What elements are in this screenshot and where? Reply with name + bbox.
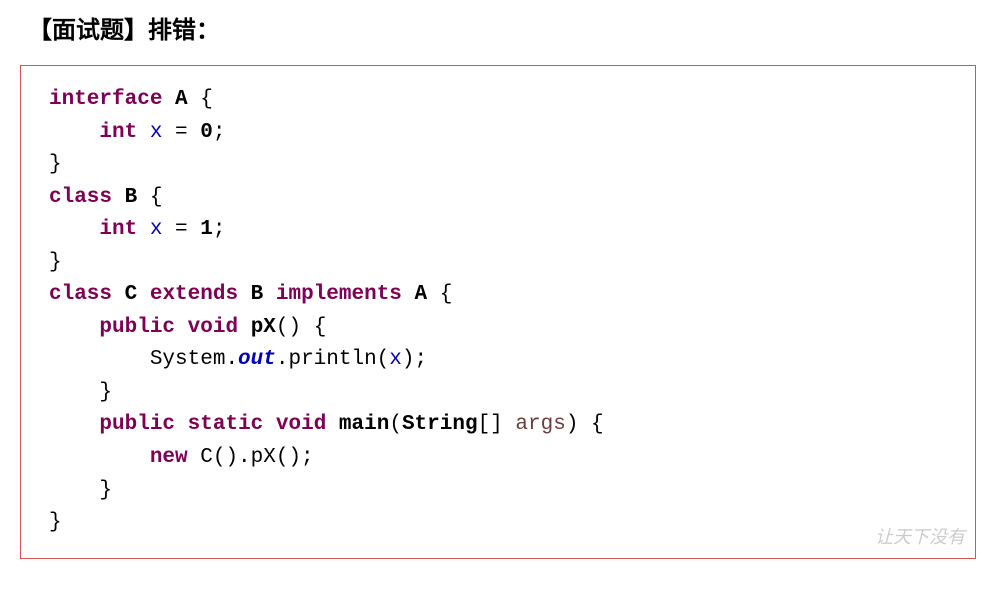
code-line: public void pX() { — [49, 312, 947, 345]
keyword: class — [49, 283, 112, 306]
indent — [49, 446, 150, 469]
keyword: void — [276, 413, 326, 436]
space — [238, 316, 251, 339]
space — [402, 283, 415, 306]
param: args — [515, 413, 565, 436]
class-name: B — [251, 283, 264, 306]
code-line: System.out.println(x); — [49, 344, 947, 377]
brace: } — [99, 479, 112, 502]
brace: } — [49, 511, 62, 534]
keyword: interface — [49, 88, 162, 111]
op: = — [162, 121, 200, 144]
space — [263, 413, 276, 436]
paren: () { — [276, 316, 326, 339]
semi: ; — [213, 218, 226, 241]
space — [162, 88, 175, 111]
code-line: class C extends B implements A { — [49, 279, 947, 312]
code-line: } — [49, 149, 947, 182]
space — [175, 316, 188, 339]
class-name: B — [125, 186, 138, 209]
code-line: } — [49, 247, 947, 280]
code-line: interface A { — [49, 84, 947, 117]
space — [326, 413, 339, 436]
class-name: A — [175, 88, 188, 111]
page-title: 【面试题】排错： — [20, 10, 976, 45]
method-name: main — [339, 413, 389, 436]
class-name: A — [415, 283, 428, 306]
indent — [49, 121, 99, 144]
space — [112, 283, 125, 306]
code-block: interface A { int x = 0; } class B { int… — [20, 65, 976, 559]
keyword: new — [150, 446, 188, 469]
indent — [49, 413, 99, 436]
brace: { — [188, 88, 213, 111]
semi: ; — [213, 121, 226, 144]
number: 1 — [200, 218, 213, 241]
paren: ) { — [566, 413, 604, 436]
space — [137, 218, 150, 241]
paren: ( — [389, 413, 402, 436]
code-line: } — [49, 475, 947, 508]
sys: System. — [150, 348, 238, 371]
code-line: new C().pX(); — [49, 442, 947, 475]
code-line: int x = 0; — [49, 117, 947, 150]
type: String — [402, 413, 478, 436]
brace: { — [427, 283, 452, 306]
keyword: int — [99, 218, 137, 241]
space — [137, 121, 150, 144]
keyword: class — [49, 186, 112, 209]
println: println( — [288, 348, 389, 371]
indent — [49, 218, 99, 241]
indent — [49, 348, 150, 371]
space — [238, 283, 251, 306]
arg: x — [389, 348, 402, 371]
space — [137, 283, 150, 306]
arr: [] — [478, 413, 516, 436]
brace: { — [137, 186, 162, 209]
keyword: public — [99, 413, 175, 436]
brace: } — [99, 381, 112, 404]
code-line: int x = 1; — [49, 214, 947, 247]
keyword: implements — [276, 283, 402, 306]
class-name: C — [125, 283, 138, 306]
keyword: void — [188, 316, 238, 339]
text: C().pX(); — [188, 446, 314, 469]
op: = — [162, 218, 200, 241]
indent — [49, 316, 99, 339]
var-name: x — [150, 218, 163, 241]
keyword: public — [99, 316, 175, 339]
method-name: pX — [251, 316, 276, 339]
code-line: } — [49, 507, 947, 540]
out-field: out — [238, 348, 276, 371]
watermark-text: 让天下没有 — [875, 524, 965, 552]
indent — [49, 479, 99, 502]
close: ); — [402, 348, 427, 371]
keyword: extends — [150, 283, 238, 306]
number: 0 — [200, 121, 213, 144]
keyword: static — [188, 413, 264, 436]
code-line: class B { — [49, 182, 947, 215]
space — [112, 186, 125, 209]
brace: } — [49, 251, 62, 274]
space — [263, 283, 276, 306]
var-name: x — [150, 121, 163, 144]
code-line: public static void main(String[] args) { — [49, 409, 947, 442]
code-line: } — [49, 377, 947, 410]
indent — [49, 381, 99, 404]
keyword: int — [99, 121, 137, 144]
brace: } — [49, 153, 62, 176]
dot: . — [276, 348, 289, 371]
space — [175, 413, 188, 436]
